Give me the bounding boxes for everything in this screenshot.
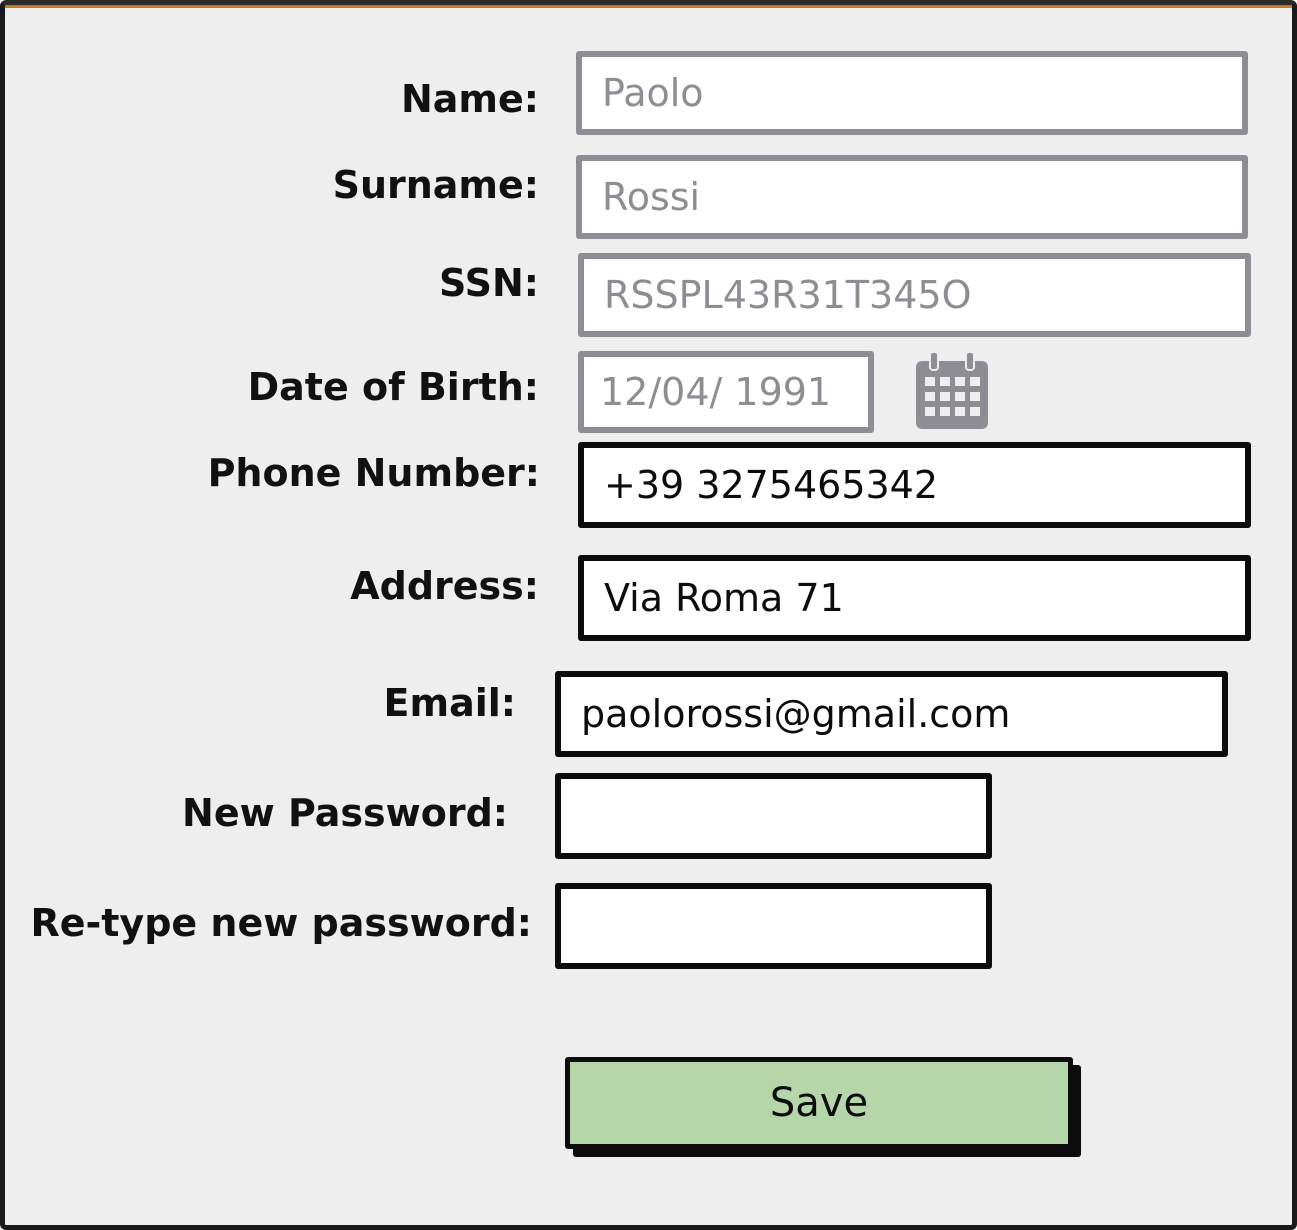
ssn-field[interactable]: RSSPL43R31T345O — [578, 253, 1251, 337]
name-value: Paolo — [602, 71, 704, 115]
save-button-label: Save — [769, 1080, 869, 1126]
retype-password-label: Re-type new password: — [30, 901, 532, 945]
email-value: paolorossi@gmail.com — [581, 692, 1011, 736]
new-password-label: New Password: — [182, 791, 508, 835]
date-of-birth-field[interactable]: 12/04/ 1991 — [578, 351, 874, 433]
calendar-icon[interactable] — [913, 351, 991, 433]
address-label: Address: — [350, 564, 539, 608]
date-of-birth-label: Date of Birth: — [247, 365, 539, 409]
phone-number-value: +39 3275465342 — [604, 463, 939, 507]
name-label: Name: — [400, 77, 539, 121]
edit-profile-window: Name: Paolo Surname: Rossi SSN: RSSPL43R… — [0, 0, 1297, 1230]
address-value: Via Roma 71 — [604, 576, 844, 620]
new-password-field[interactable] — [555, 773, 992, 859]
address-field[interactable]: Via Roma 71 — [578, 555, 1251, 641]
ssn-value: RSSPL43R31T345O — [604, 273, 972, 317]
email-field[interactable]: paolorossi@gmail.com — [555, 671, 1228, 757]
surname-field[interactable]: Rossi — [576, 155, 1248, 239]
name-field[interactable]: Paolo — [576, 51, 1248, 135]
email-label: Email: — [383, 681, 516, 725]
phone-number-field[interactable]: +39 3275465342 — [578, 442, 1251, 528]
ssn-label: SSN: — [438, 261, 539, 305]
surname-label: Surname: — [332, 163, 539, 207]
save-button[interactable]: Save — [565, 1057, 1073, 1149]
date-of-birth-value: 12/04/ 1991 — [600, 370, 832, 414]
surname-value: Rossi — [602, 175, 701, 219]
phone-number-label: Phone Number: — [207, 451, 540, 495]
retype-password-field[interactable] — [555, 883, 992, 969]
